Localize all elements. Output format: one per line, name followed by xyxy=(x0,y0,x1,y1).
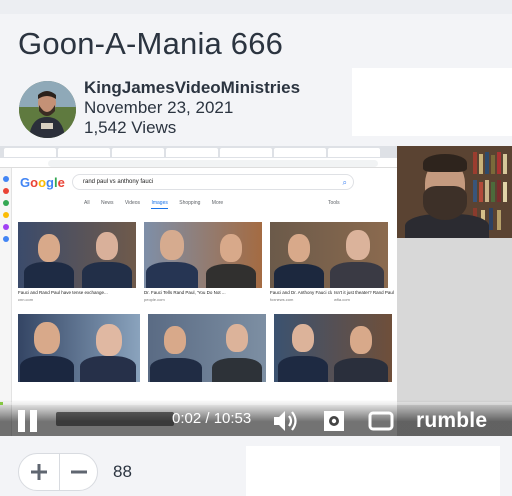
upvote-button[interactable] xyxy=(19,454,59,490)
image-caption: Fauci and Dr. Anthony Fauci clash ... xyxy=(270,290,332,295)
ad-placeholder xyxy=(352,68,512,136)
image-thumbnail xyxy=(274,314,392,382)
filter-news: News xyxy=(100,200,114,206)
view-count: 1,542 Views xyxy=(84,118,177,137)
image-thumbnail xyxy=(270,222,388,288)
extension-icon xyxy=(3,212,9,218)
image-thumbnail xyxy=(148,314,266,382)
vote-count: 88 xyxy=(113,462,132,481)
embedded-tab xyxy=(4,148,56,157)
embedded-tab xyxy=(58,148,110,157)
progress-fill xyxy=(0,402,4,405)
minus-icon xyxy=(71,470,87,474)
image-thumbnail xyxy=(144,222,262,288)
filter-all: All xyxy=(84,200,90,206)
image-caption: Dr. Fauci Tells Rand Paul, 'You Do Not .… xyxy=(144,290,226,295)
vote-control xyxy=(18,453,98,491)
image-source: wfla.com xyxy=(334,297,350,302)
filter-images: Images xyxy=(151,200,168,209)
video-player[interactable]: Google rand paul vs anthony fauci ⌕ All … xyxy=(0,146,512,436)
plus-icon xyxy=(31,464,47,480)
top-strip xyxy=(0,0,512,14)
avatar-image xyxy=(19,81,76,138)
image-caption: Isn't it just theater? Rand Paul ... xyxy=(334,290,394,295)
embedded-tab xyxy=(220,148,272,157)
webcam-person-hair xyxy=(423,154,467,172)
image-caption: Fauci and Rand Paul have tense exchange.… xyxy=(18,290,108,295)
channel-avatar[interactable] xyxy=(19,81,76,138)
extension-icon xyxy=(3,200,9,206)
embedded-url-pill xyxy=(48,160,378,167)
embedded-tab xyxy=(112,148,164,157)
rumble-logo[interactable]: rumble xyxy=(416,409,487,433)
extension-icon xyxy=(3,224,9,230)
image-source: cnn.com xyxy=(18,297,34,302)
filter-videos: Videos xyxy=(124,200,141,206)
embedded-search-icon: ⌕ xyxy=(342,178,347,187)
extension-icon xyxy=(3,176,9,182)
image-thumbnail xyxy=(18,222,136,288)
downvote-button[interactable] xyxy=(59,454,99,490)
volume-button[interactable] xyxy=(272,408,300,436)
webcam-overlay xyxy=(397,146,512,238)
settings-button[interactable] xyxy=(322,408,346,436)
embedded-tab xyxy=(166,148,218,157)
embedded-extension-strip xyxy=(0,168,12,436)
image-thumbnail xyxy=(18,314,140,382)
embedded-search-query: rand paul vs anthony fauci xyxy=(83,179,154,185)
filter-more: More xyxy=(211,200,224,206)
gear-icon xyxy=(324,411,344,431)
extension-icon xyxy=(3,236,9,242)
webcam-person-beard xyxy=(423,186,467,220)
scrubber-track[interactable] xyxy=(56,412,174,426)
embedded-tab xyxy=(274,148,326,157)
video-title: Goon-A-Mania 666 xyxy=(18,26,284,61)
upload-date: November 23, 2021 xyxy=(84,98,234,117)
image-source: people.com xyxy=(144,297,165,302)
embedded-tools: Tools xyxy=(328,200,340,206)
channel-name[interactable]: KingJamesVideoMinistries xyxy=(84,78,300,98)
pause-icon-bar xyxy=(30,410,37,432)
theater-mode-icon xyxy=(368,411,394,431)
pause-icon xyxy=(18,410,25,432)
embedded-tab xyxy=(328,148,380,157)
progress-bar[interactable] xyxy=(0,402,512,405)
embedded-search-box: rand paul vs anthony fauci ⌕ xyxy=(72,174,354,190)
embedded-google-page: Google rand paul vs anthony fauci ⌕ All … xyxy=(12,168,397,436)
google-logo: Google xyxy=(20,175,65,190)
embedded-filters: All News Videos Images Shopping More xyxy=(84,200,233,209)
volume-icon xyxy=(274,411,297,431)
extension-icon xyxy=(3,188,9,194)
time-display: 0:02 / 10:53 xyxy=(172,410,252,427)
image-source: foxnews.com xyxy=(270,297,294,302)
theater-mode-button[interactable] xyxy=(368,408,394,436)
pause-button[interactable] xyxy=(16,410,40,432)
ad-placeholder xyxy=(246,446,500,496)
filter-shopping: Shopping xyxy=(179,200,201,206)
